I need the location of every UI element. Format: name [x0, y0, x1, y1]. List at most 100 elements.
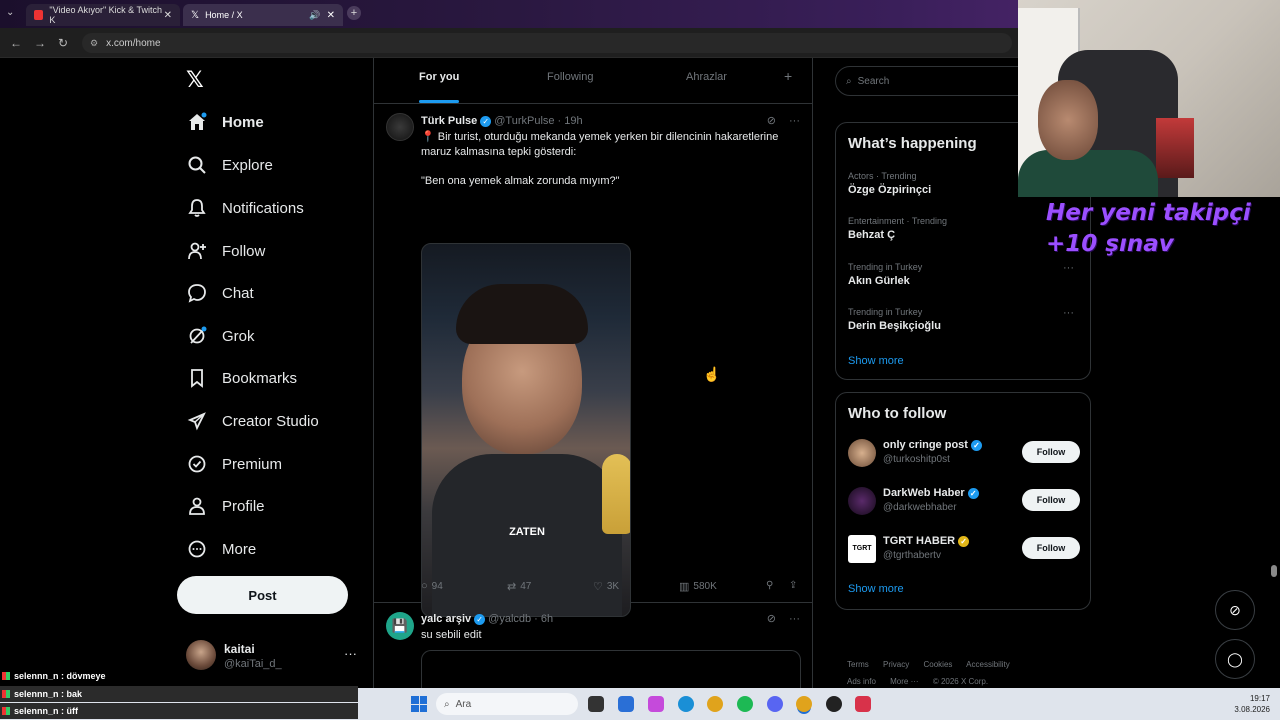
trend-item[interactable]: Trending in Turkey Akın Gürlek ··· — [848, 262, 1080, 287]
reload-icon[interactable]: ↻ — [58, 36, 68, 50]
url-field[interactable]: ⚙ x.com/home — [82, 33, 1012, 53]
task-view-icon[interactable] — [588, 696, 604, 712]
chat-icon — [186, 282, 208, 304]
tweet[interactable]: Türk Pulse ✓ @TurkPulse · 19h ⊘ ··· 📍 Bi… — [374, 105, 812, 617]
nav-item-more[interactable]: More — [186, 533, 256, 565]
tweet-author-handle[interactable]: @TurkPulse — [494, 115, 554, 127]
copilot-icon[interactable] — [648, 696, 664, 712]
tweet-author-name[interactable]: yalc arşiv — [421, 613, 471, 625]
nav-item-grok[interactable]: Grok — [186, 320, 255, 352]
bookmark-icon[interactable]: ⚲ — [766, 580, 773, 591]
chrome-icon[interactable] — [707, 696, 723, 712]
system-clock[interactable]: 19:17 3.08.2026 — [1234, 693, 1270, 715]
discord-icon[interactable] — [767, 696, 783, 712]
scrollbar-thumb[interactable] — [1271, 565, 1277, 577]
tweet[interactable]: 💾 yalc arşiv ✓ @yalcdb · 6h ⊘ ··· su seb… — [374, 604, 812, 710]
tweet-avatar[interactable] — [386, 113, 414, 141]
nav-item-notifications[interactable]: Notifications — [186, 192, 304, 224]
reply-button[interactable]: ○ 94 — [421, 580, 443, 592]
post-button[interactable]: Post — [177, 576, 348, 614]
bell-icon — [186, 197, 208, 219]
tweet-time[interactable]: · 6h — [534, 613, 553, 625]
grok-icon[interactable]: ⊘ — [767, 115, 776, 127]
spotify-icon[interactable] — [737, 696, 753, 712]
tab-following[interactable]: Following — [547, 71, 593, 83]
browser-tab-kick[interactable]: "Video Akıyor" Kick & Twitch K ✕ — [26, 4, 180, 26]
taskbar-search[interactable]: ⌕ Ara — [436, 693, 578, 715]
trend-item[interactable]: Trending in Turkey Derin Beşikçioğlu ··· — [848, 307, 1080, 332]
home-icon — [186, 111, 208, 133]
back-icon[interactable]: ← — [10, 36, 22, 50]
more-dots-icon[interactable]: ··· — [1063, 307, 1074, 319]
tab-ahrazlar[interactable]: Ahrazlar — [686, 71, 727, 83]
follow-button[interactable]: Follow — [1022, 441, 1080, 463]
share-icon[interactable]: ⇪ — [789, 580, 797, 591]
footer-link[interactable]: Accessibility — [966, 660, 1010, 669]
follow-suggestion[interactable]: TGRT TGRT HABER ✓ @tgrthabertv Follow — [848, 533, 1080, 567]
tweet-video[interactable]: ZATEN — [421, 243, 631, 617]
tweet-author-name[interactable]: Türk Pulse — [421, 115, 477, 127]
speaker-icon[interactable]: 🔊 — [309, 10, 320, 21]
grok-float-button[interactable]: ⊘ — [1215, 590, 1255, 630]
close-icon[interactable]: ✕ — [327, 10, 335, 21]
footer-link[interactable]: Cookies — [923, 660, 952, 669]
edge-icon[interactable] — [678, 696, 694, 712]
windows-start-icon[interactable] — [411, 696, 427, 712]
like-button[interactable]: ♡ 3K — [593, 580, 619, 593]
browser-tab-x[interactable]: 𝕏 Home / X 🔊 ✕ — [183, 4, 343, 26]
grok-icon[interactable]: ⊘ — [767, 613, 776, 625]
forward-icon[interactable]: → — [34, 36, 46, 50]
more-dots-icon[interactable]: ··· — [789, 115, 800, 127]
account-switcher[interactable]: kaitai @kaiTai_d_ ··· — [186, 638, 366, 672]
site-info-icon[interactable]: ⚙ — [90, 38, 98, 49]
footer-link[interactable]: Ads info — [847, 677, 876, 686]
more-dots-icon[interactable]: ··· — [1063, 262, 1074, 274]
nav-item-home[interactable]: Home — [186, 106, 264, 138]
follow-button[interactable]: Follow — [1022, 489, 1080, 511]
suggestion-handle: @darkwebhaber — [883, 502, 957, 513]
follow-suggestion[interactable]: only cringe post ✓ @turkoshitp0st Follow — [848, 437, 1080, 471]
nav-item-bookmarks[interactable]: Bookmarks — [186, 362, 297, 394]
stream-goal-text: Her yeni takipçi +10 şınav — [1046, 198, 1276, 260]
nav-item-explore[interactable]: Explore — [186, 149, 273, 181]
reply-count: 94 — [431, 580, 443, 592]
footer-copyright: © 2026 X Corp. — [932, 677, 989, 686]
chrome-active-icon[interactable] — [796, 696, 812, 712]
outlook-icon[interactable] — [618, 696, 634, 712]
follow-suggestion[interactable]: DarkWeb Haber ✓ @darkwebhaber Follow — [848, 485, 1080, 519]
person-icon — [186, 495, 208, 517]
show-more-link[interactable]: Show more — [848, 583, 904, 595]
x-logo-icon[interactable]: 𝕏 — [186, 68, 204, 93]
repost-button[interactable]: ⇄ 47 — [507, 580, 531, 593]
obs-icon[interactable] — [826, 696, 842, 712]
tweet-time[interactable]: · 19h — [558, 115, 583, 127]
views-button[interactable]: ▥ 580K — [679, 580, 717, 593]
tweet-author-handle[interactable]: @yalcdb — [488, 613, 531, 625]
nav-item-follow[interactable]: Follow — [186, 235, 265, 267]
tab-for-you[interactable]: For you — [419, 71, 459, 83]
search-icon — [186, 154, 208, 176]
more-dots-icon[interactable]: ··· — [789, 613, 800, 625]
footer-link[interactable]: Terms — [847, 660, 869, 669]
chat-text: selennn_n : üff — [14, 706, 79, 716]
nav-item-profile[interactable]: Profile — [186, 490, 265, 522]
show-more-link[interactable]: Show more — [848, 355, 904, 367]
footer-link[interactable]: More ··· — [890, 677, 918, 686]
url-text: x.com/home — [106, 37, 161, 49]
chat-float-button[interactable]: ◯ — [1215, 639, 1255, 679]
tab-list-icon[interactable]: ⌄ — [6, 7, 14, 18]
footer-link[interactable]: Privacy — [883, 660, 909, 669]
app-icon[interactable] — [855, 696, 871, 712]
stream-goal-line1: Her yeni takipçi — [1046, 200, 1251, 226]
more-dots-icon[interactable]: ··· — [344, 646, 357, 661]
active-tab-indicator — [419, 100, 459, 103]
close-icon[interactable]: ✕ — [164, 10, 172, 21]
nav-item-chat[interactable]: Chat — [186, 277, 254, 309]
new-tab-button[interactable]: + — [347, 6, 361, 20]
webcam-person-body — [1018, 150, 1158, 197]
nav-item-premium[interactable]: Premium — [186, 448, 282, 480]
follow-button[interactable]: Follow — [1022, 537, 1080, 559]
tweet-avatar[interactable]: 💾 — [386, 612, 414, 640]
add-tab-icon[interactable]: + — [784, 68, 792, 84]
nav-item-creator-studio[interactable]: Creator Studio — [186, 405, 319, 437]
